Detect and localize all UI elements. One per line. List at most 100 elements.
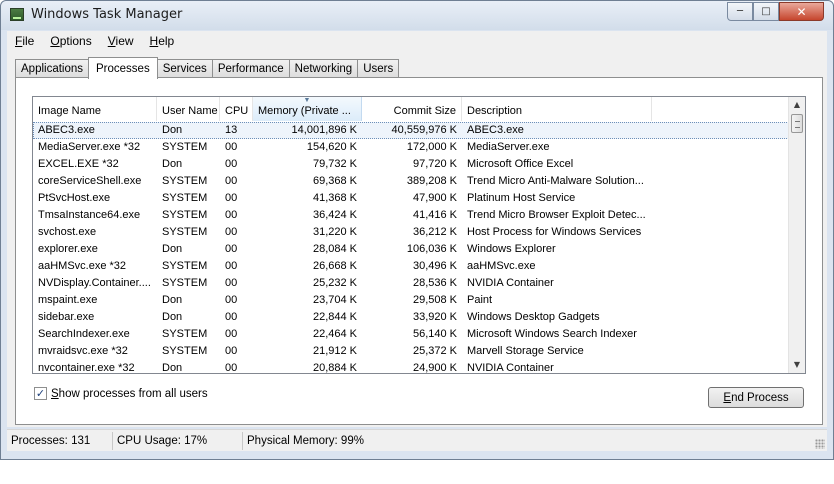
menu-help[interactable]: Help <box>142 34 183 48</box>
cell-cpu: 00 <box>225 158 238 170</box>
tab-processes[interactable]: Processes <box>88 57 158 79</box>
cell-user-name: SYSTEM <box>162 260 208 272</box>
cell-memory: 36,424 K <box>312 209 357 221</box>
cell-image-name: MediaServer.exe *32 <box>38 141 141 153</box>
cell-memory: 79,732 K <box>312 158 357 170</box>
column-commit-size[interactable]: Commit Size <box>362 97 462 121</box>
status-bar: Processes: 131 CPU Usage: 17% Physical M… <box>7 429 827 451</box>
cell-commit-size: 41,416 K <box>412 209 457 221</box>
resize-grip-icon[interactable] <box>815 439 825 449</box>
table-row[interactable]: nvcontainer.exe *32 Don 00 20,884 K 24,900 K… <box>33 360 789 374</box>
cell-description: aaHMSvc.exe <box>467 260 536 272</box>
cell-memory: 41,368 K <box>312 192 357 204</box>
cell-description: NVIDIA Container <box>467 362 554 374</box>
cell-commit-size: 56,140 K <box>412 328 457 340</box>
scroll-thumb[interactable] <box>791 114 803 133</box>
cell-user-name: SYSTEM <box>162 328 208 340</box>
cell-image-name: SearchIndexer.exe <box>38 328 130 340</box>
table-row[interactable]: PtSvcHost.exe SYSTEM 00 41,368 K 47,900 K Pla… <box>33 190 789 207</box>
show-all-users-label[interactable]: Show processes from all users <box>51 388 208 400</box>
show-all-users-mnemonic: S <box>51 387 59 400</box>
cell-cpu: 00 <box>225 243 238 255</box>
cell-commit-size: 24,900 K <box>412 362 457 374</box>
cell-user-name: Don <box>162 158 183 170</box>
close-button[interactable]: ✕ <box>779 2 824 21</box>
cell-commit-size: 97,720 K <box>412 158 457 170</box>
cell-image-name: mspaint.exe <box>38 294 98 306</box>
scroll-up-icon[interactable]: ▲ <box>789 97 805 113</box>
cell-image-name: ABEC3.exe <box>38 124 95 136</box>
tab-networking[interactable]: Networking <box>288 59 359 78</box>
column-user-name[interactable]: User Name <box>157 97 220 121</box>
processes-panel: Image Name User Name CPU ▼ Memory (Privat… <box>15 77 823 425</box>
tab-services[interactable]: Services <box>156 59 213 78</box>
cell-cpu: 00 <box>225 209 238 221</box>
end-process-label: nd Process <box>731 391 789 404</box>
cell-user-name: SYSTEM <box>162 192 208 204</box>
cell-commit-size: 389,208 K <box>406 175 457 187</box>
scroll-down-icon[interactable]: ▼ <box>789 357 805 373</box>
task-manager-icon[interactable] <box>10 8 24 21</box>
process-list[interactable]: Image Name User Name CPU ▼ Memory (Privat… <box>32 96 806 374</box>
table-row[interactable]: svchost.exe SYSTEM 00 31,220 K 36,212 K Host … <box>33 224 789 241</box>
menu-file-label: ile <box>22 34 35 48</box>
cell-memory: 25,232 K <box>312 277 357 289</box>
table-row[interactable]: sidebar.exe Don 00 22,844 K 33,920 K Windows … <box>33 309 789 326</box>
menu-view[interactable]: View <box>100 34 142 48</box>
cell-description: Microsoft Office Excel <box>467 158 574 170</box>
vertical-scrollbar[interactable]: ▲ ▼ <box>788 97 805 373</box>
cell-description: NVIDIA Container <box>467 277 554 289</box>
cell-cpu: 00 <box>225 260 238 272</box>
cell-description: Host Process for Windows Services <box>467 226 642 238</box>
column-image-name[interactable]: Image Name <box>33 97 157 121</box>
cell-user-name: SYSTEM <box>162 209 208 221</box>
cell-memory: 14,001,896 K <box>291 124 357 136</box>
cell-image-name: EXCEL.EXE *32 <box>38 158 119 170</box>
cell-description: Windows Explorer <box>467 243 556 255</box>
table-row[interactable]: aaHMSvc.exe *32 SYSTEM 00 26,668 K 30,496 K a… <box>33 258 789 275</box>
end-process-button[interactable]: End Process <box>708 387 804 408</box>
cell-description: Paint <box>467 294 493 306</box>
cell-user-name: Don <box>162 362 183 374</box>
column-memory[interactable]: ▼ Memory (Private ... <box>253 97 362 121</box>
maximize-button[interactable]: □ <box>753 2 779 21</box>
cell-memory: 154,620 K <box>306 141 357 153</box>
show-all-users-option[interactable]: ✓ Show processes from all users <box>34 387 208 400</box>
cell-image-name: nvcontainer.exe *32 <box>38 362 135 374</box>
title-bar[interactable]: Windows Task Manager ─ □ ✕ <box>1 1 833 30</box>
cell-memory: 21,912 K <box>312 345 357 357</box>
table-row[interactable]: coreServiceShell.exe SYSTEM 00 69,368 K 389,… <box>33 173 789 190</box>
cell-commit-size: 25,372 K <box>412 345 457 357</box>
minimize-button[interactable]: ─ <box>727 2 753 21</box>
table-row[interactable]: NVDisplay.Container.... SYSTEM 00 25,232 K 2… <box>33 275 789 292</box>
column-description[interactable]: Description <box>462 97 652 121</box>
tab-strip: Applications Processes Services Performa… <box>15 56 400 79</box>
menu-options-mnemonic: O <box>50 34 60 48</box>
table-row[interactable]: mvraidsvc.exe *32 SYSTEM 00 21,912 K 25,372 … <box>33 343 789 360</box>
menu-file[interactable]: File <box>7 34 42 48</box>
table-row[interactable]: MediaServer.exe *32 SYSTEM 00 154,620 K 172,… <box>33 139 789 156</box>
cell-cpu: 00 <box>225 141 238 153</box>
cell-commit-size: 33,920 K <box>412 311 457 323</box>
tab-performance[interactable]: Performance <box>211 59 290 78</box>
table-row[interactable]: TmsaInstance64.exe SYSTEM 00 36,424 K 41,416… <box>33 207 789 224</box>
table-row[interactable]: EXCEL.EXE *32 Don 00 79,732 K 97,720 K Micros… <box>33 156 789 173</box>
cell-cpu: 00 <box>225 362 238 374</box>
cell-user-name: SYSTEM <box>162 175 208 187</box>
end-process-mnemonic: E <box>723 391 732 404</box>
table-row[interactable]: mspaint.exe Don 00 23,704 K 29,508 K Paint <box>33 292 789 309</box>
table-row[interactable]: SearchIndexer.exe SYSTEM 00 22,464 K 56,140 … <box>33 326 789 343</box>
table-row[interactable]: ABEC3.exe Don 13 14,001,896 K 40,559,976 K AB… <box>33 122 789 139</box>
tab-users[interactable]: Users <box>357 59 400 78</box>
column-cpu[interactable]: CPU <box>220 97 253 121</box>
cell-image-name: explorer.exe <box>38 243 98 255</box>
show-all-users-checkbox[interactable]: ✓ <box>34 387 47 400</box>
cell-image-name: TmsaInstance64.exe <box>38 209 141 221</box>
cell-description: Trend Micro Browser Exploit Detec... <box>467 209 646 221</box>
cell-memory: 20,884 K <box>312 362 357 374</box>
cell-memory: 69,368 K <box>312 175 357 187</box>
menu-options[interactable]: Options <box>42 34 99 48</box>
tab-applications[interactable]: Applications <box>15 59 90 78</box>
table-row[interactable]: explorer.exe Don 00 28,084 K 106,036 K Window… <box>33 241 789 258</box>
cell-cpu: 13 <box>225 124 238 136</box>
